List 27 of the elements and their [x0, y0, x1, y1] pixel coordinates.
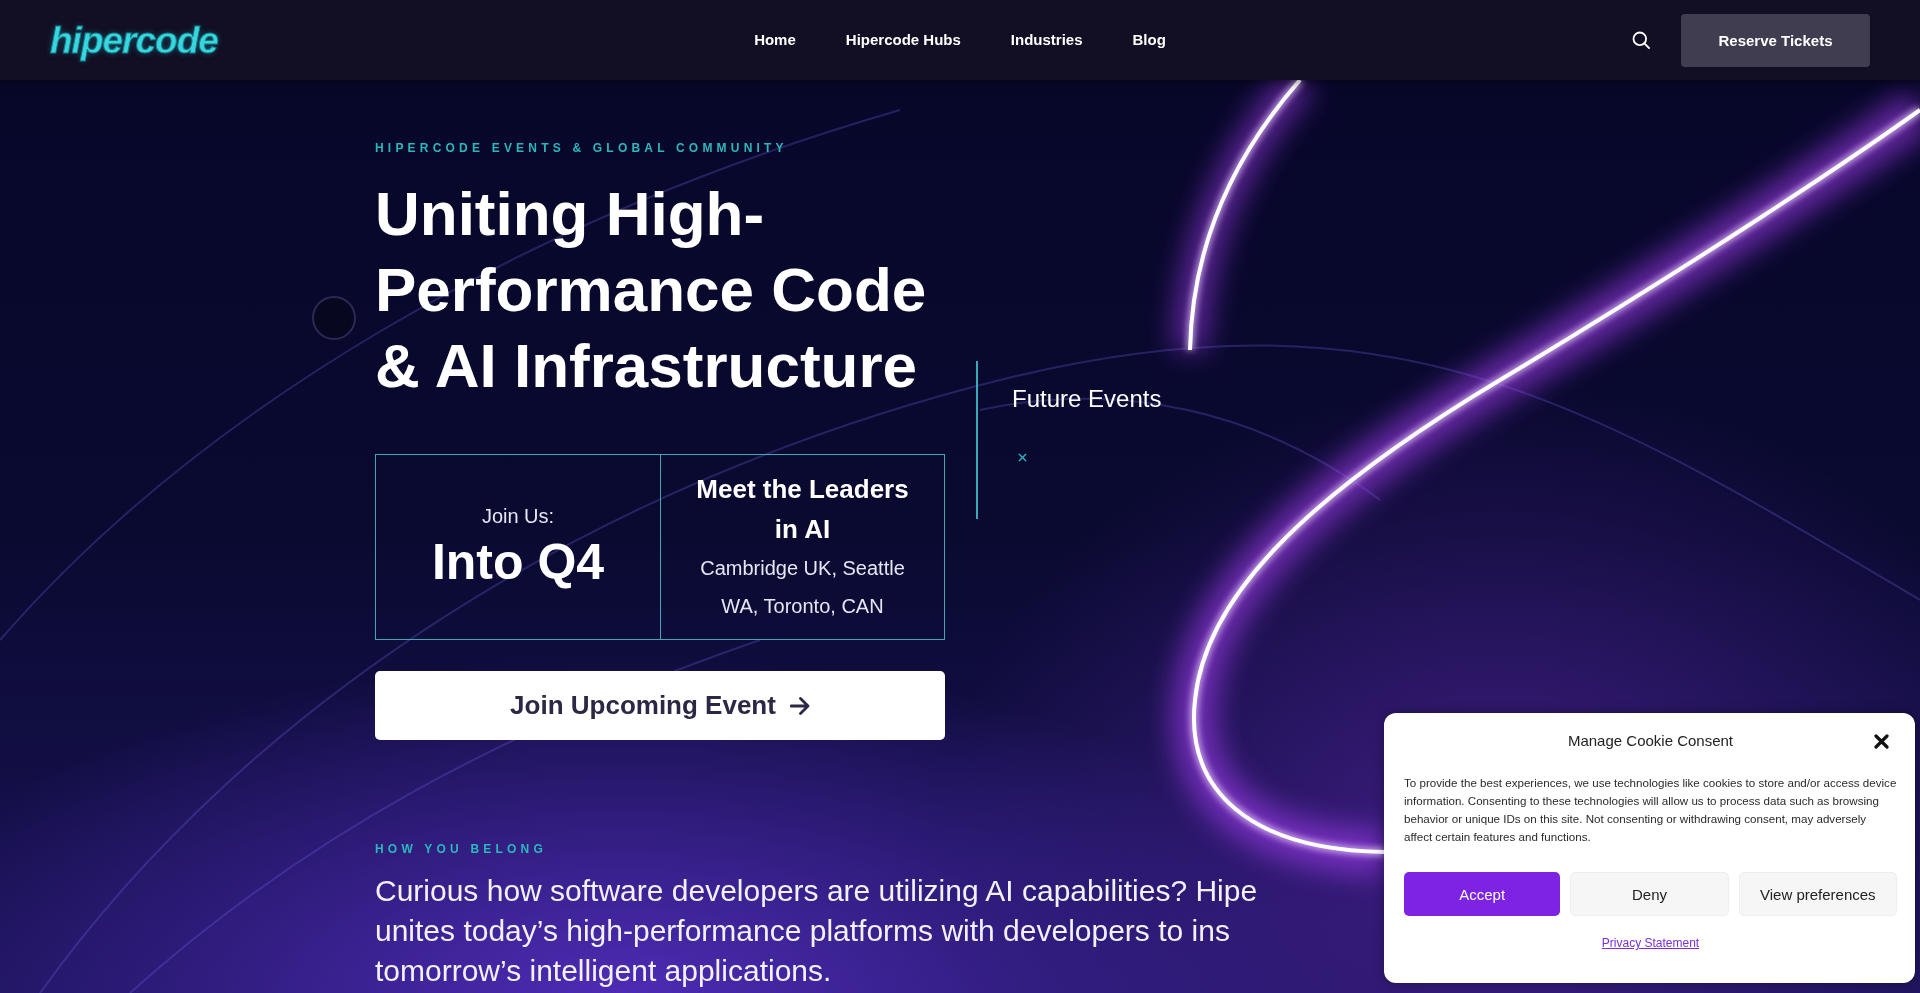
reserve-tickets-button[interactable]: Reserve Tickets	[1681, 13, 1870, 67]
cross-icon	[1018, 453, 1027, 462]
accept-button[interactable]: Accept	[1404, 872, 1561, 916]
section-eyebrow: HIPERCODE EVENTS & GLOBAL COMMUNITY	[375, 140, 788, 156]
section-eyebrow: HOW YOU BELONG	[375, 841, 547, 857]
nav-link[interactable]: Hipercode Hubs	[845, 31, 961, 49]
event-quarter: Into Q4	[431, 534, 605, 590]
event-label: Join Us:	[481, 504, 555, 528]
events-title: Future Events	[1012, 385, 1162, 413]
nav-link[interactable]: Industries	[1010, 31, 1083, 49]
highlight-title: Meet the Leaders in AI	[695, 473, 910, 546]
location-list: Cambridge UK, Seattle WA, Toronto, CAN	[685, 549, 920, 625]
consent-text: To provide the best experiences, we use technologies like cookies to store and/or access device information. Consenting to these technologies will allow us to process data such as browsing behavior or unique IDs on this site. Not consenting or withdrawing consent, may adversely affect certain features and functions.	[1404, 775, 1897, 845]
hero-heading: Uniting High- Performance Code & AI Infrastructure	[375, 178, 927, 402]
orbit-node-icon	[312, 296, 356, 340]
dialog-title: Manage Cookie Consent	[1567, 732, 1734, 750]
nav-link[interactable]: Home	[754, 31, 796, 49]
privacy-link[interactable]: Privacy Statement	[1601, 936, 1700, 950]
search-icon[interactable]	[1632, 31, 1650, 49]
dialog-button[interactable]: View preferences	[1738, 872, 1897, 916]
nav-link[interactable]: Blog	[1132, 31, 1166, 49]
dialog-button[interactable]: Deny	[1570, 872, 1729, 916]
join-event-button[interactable]: Join Upcoming Event	[375, 671, 945, 740]
arrow-right-icon	[789, 696, 810, 715]
logo[interactable]: hipercode	[50, 21, 218, 59]
close-icon[interactable]	[1874, 733, 1889, 749]
intro-paragraph: Curious how software developers are utilizing AI capabilities? Hipe unites today’s high-performance platforms with developers to ins tomorrow’s intelligent applications.	[375, 873, 1258, 989]
